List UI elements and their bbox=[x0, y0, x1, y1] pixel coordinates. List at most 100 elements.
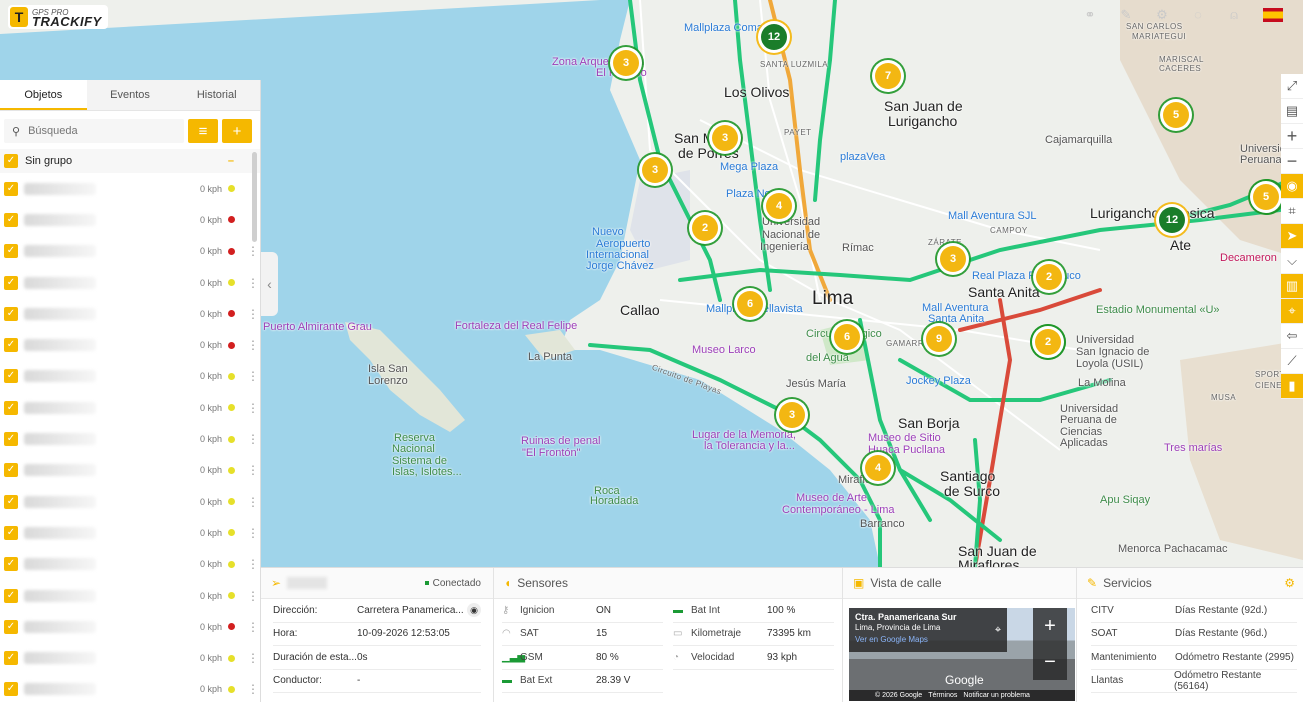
vehicle-cluster-marker[interactable]: 4 bbox=[865, 455, 891, 481]
back-icon[interactable]: ⇦ bbox=[1281, 324, 1303, 349]
object-options-icon[interactable]: ⋮ bbox=[246, 589, 260, 603]
location-pin-icon[interactable]: ⌖ bbox=[989, 608, 1007, 652]
object-checkbox[interactable]: ✓ bbox=[4, 181, 18, 196]
object-row[interactable]: ✓0 kph⋮ bbox=[0, 392, 260, 423]
share-icon[interactable]: ⚭ bbox=[1083, 8, 1097, 22]
object-checkbox[interactable]: ✓ bbox=[4, 651, 18, 666]
user-icon[interactable]: ⍝ bbox=[1227, 8, 1241, 22]
zoom-out-icon[interactable]: − bbox=[1281, 149, 1303, 174]
object-row[interactable]: ✓0 kph⋮ bbox=[0, 329, 260, 360]
object-checkbox[interactable]: ✓ bbox=[4, 432, 18, 447]
object-options-icon[interactable]: ⋮ bbox=[246, 401, 260, 415]
object-row[interactable]: ✓0 kph⋮ bbox=[0, 423, 260, 454]
object-checkbox[interactable]: ✓ bbox=[4, 400, 18, 415]
app-logo[interactable]: T GPS PRO TRACKIFY bbox=[8, 5, 108, 29]
road-icon[interactable]: ▥ bbox=[1281, 274, 1303, 299]
group-checkbox[interactable]: ✓ bbox=[4, 154, 18, 168]
object-options-icon[interactable]: ⋮ bbox=[246, 338, 260, 352]
object-options-icon[interactable]: ⋮ bbox=[246, 244, 260, 258]
vehicle-cluster-marker[interactable]: 3 bbox=[613, 50, 639, 76]
tab-eventos[interactable]: Eventos bbox=[87, 80, 174, 110]
object-checkbox[interactable]: ✓ bbox=[4, 619, 18, 634]
object-row[interactable]: ✓0 kph⋮ bbox=[0, 267, 260, 298]
object-row[interactable]: ✓0 kph⋮ bbox=[0, 611, 260, 642]
object-row[interactable]: ✓0 kph⋮ bbox=[0, 298, 260, 329]
object-row[interactable]: ✓0 kph⋮ bbox=[0, 361, 260, 392]
object-options-icon[interactable]: ⋮ bbox=[246, 651, 260, 665]
vehicle-cluster-marker[interactable]: 3 bbox=[779, 402, 805, 428]
object-checkbox[interactable]: ✓ bbox=[4, 244, 18, 259]
list-scrollbar[interactable] bbox=[252, 152, 257, 242]
object-options-icon[interactable]: ⋮ bbox=[246, 495, 260, 509]
navigate-icon[interactable]: ➤ bbox=[1281, 224, 1303, 249]
poi-icon[interactable]: ⌖ bbox=[1281, 299, 1303, 324]
vehicle-cluster-marker[interactable]: 2 bbox=[1036, 264, 1062, 290]
object-options-icon[interactable]: ⋮ bbox=[246, 557, 260, 571]
report-problem-link[interactable]: Notificar un problema bbox=[963, 692, 1030, 699]
vehicle-cluster-marker[interactable]: 3 bbox=[712, 125, 738, 151]
object-checkbox[interactable]: ✓ bbox=[4, 275, 18, 290]
object-options-icon[interactable]: ⋮ bbox=[246, 463, 260, 477]
traffic-icon[interactable]: ◉ bbox=[1281, 174, 1303, 199]
wrench-icon[interactable]: ✎ bbox=[1119, 8, 1133, 22]
object-row[interactable]: ✓0 kph⋮ bbox=[0, 455, 260, 486]
vehicle-cluster-marker[interactable]: 7 bbox=[875, 63, 901, 89]
street-zoom-in-button[interactable]: + bbox=[1044, 615, 1056, 638]
map-layers-icon[interactable]: ▤ bbox=[1281, 99, 1303, 124]
object-options-icon[interactable]: ⋮ bbox=[246, 369, 260, 383]
vehicle-cluster-marker[interactable]: 3 bbox=[940, 246, 966, 272]
eye-icon[interactable]: ◉ bbox=[467, 603, 481, 618]
search-input[interactable] bbox=[28, 125, 169, 137]
crop-icon[interactable]: ⌗ bbox=[1281, 199, 1303, 224]
object-options-icon[interactable]: ⋮ bbox=[246, 276, 260, 290]
view-in-google-maps-link[interactable]: Ver en Google Maps bbox=[855, 635, 983, 644]
object-row[interactable]: ✓0 kph⋮ bbox=[0, 173, 260, 204]
object-checkbox[interactable]: ✓ bbox=[4, 212, 18, 227]
route-icon[interactable]: ⌵ bbox=[1281, 249, 1303, 274]
object-row[interactable]: ✓0 kph⋮ bbox=[0, 642, 260, 673]
vehicle-cluster-marker[interactable]: 5 bbox=[1253, 184, 1279, 210]
tab-historial[interactable]: Historial bbox=[173, 80, 260, 110]
terms-link[interactable]: Términos bbox=[928, 692, 957, 699]
street-view-image[interactable]: Ctra. Panamericana Sur Lima, Provincia d… bbox=[849, 608, 1075, 701]
object-checkbox[interactable]: ✓ bbox=[4, 338, 18, 353]
chat-icon[interactable]: ◌ bbox=[1191, 8, 1205, 22]
fullscreen-icon[interactable]: ⤢ bbox=[1281, 74, 1303, 99]
vehicle-cluster-marker[interactable]: 4 bbox=[766, 193, 792, 219]
flag-spain-icon[interactable] bbox=[1263, 8, 1283, 22]
group-collapse-toggle[interactable]: – bbox=[228, 155, 234, 167]
group-header[interactable]: ✓ Sin grupo – ⋮ bbox=[0, 149, 260, 173]
object-row[interactable]: ✓0 kph⋮ bbox=[0, 580, 260, 611]
object-options-icon[interactable]: ⋮ bbox=[246, 432, 260, 446]
object-row[interactable]: ✓0 kph⋮ bbox=[0, 517, 260, 548]
object-checkbox[interactable]: ✓ bbox=[4, 369, 18, 384]
device-icon[interactable]: ▮ bbox=[1281, 374, 1303, 399]
object-options-icon[interactable]: ⋮ bbox=[246, 307, 260, 321]
object-options-icon[interactable]: ⋮ bbox=[246, 620, 260, 634]
object-checkbox[interactable]: ✓ bbox=[4, 682, 18, 697]
vehicle-cluster-marker[interactable]: 6 bbox=[737, 291, 763, 317]
vehicle-cluster-marker[interactable]: 3 bbox=[642, 157, 668, 183]
object-checkbox[interactable]: ✓ bbox=[4, 525, 18, 540]
object-options-icon[interactable]: ⋮ bbox=[246, 682, 260, 696]
measure-icon[interactable]: ⟋ bbox=[1281, 349, 1303, 374]
list-menu-button[interactable]: ≡ bbox=[188, 119, 218, 143]
object-options-icon[interactable]: ⋮ bbox=[246, 526, 260, 540]
object-checkbox[interactable]: ✓ bbox=[4, 463, 18, 478]
vehicle-cluster-marker[interactable]: 2 bbox=[692, 215, 718, 241]
vehicle-cluster-marker[interactable]: 12 bbox=[1159, 207, 1185, 233]
street-zoom-out-button[interactable]: − bbox=[1044, 651, 1056, 674]
tab-objetos[interactable]: Objetos bbox=[0, 80, 87, 110]
add-object-button[interactable]: + bbox=[222, 119, 252, 143]
object-row[interactable]: ✓0 kph⋮ bbox=[0, 674, 260, 702]
object-checkbox[interactable]: ✓ bbox=[4, 494, 18, 509]
vehicle-cluster-marker[interactable]: 6 bbox=[834, 324, 860, 350]
collapse-panel-button[interactable]: ‹ bbox=[261, 252, 278, 316]
object-row[interactable]: ✓0 kph⋮ bbox=[0, 486, 260, 517]
zoom-in-icon[interactable]: + bbox=[1281, 124, 1303, 149]
gear-icon[interactable]: ⚙ bbox=[1155, 8, 1169, 22]
object-row[interactable]: ✓0 kph⋮ bbox=[0, 236, 260, 267]
object-checkbox[interactable]: ✓ bbox=[4, 557, 18, 572]
vehicle-cluster-marker[interactable]: 5 bbox=[1163, 102, 1189, 128]
object-row[interactable]: ✓0 kph⋮ bbox=[0, 204, 260, 235]
